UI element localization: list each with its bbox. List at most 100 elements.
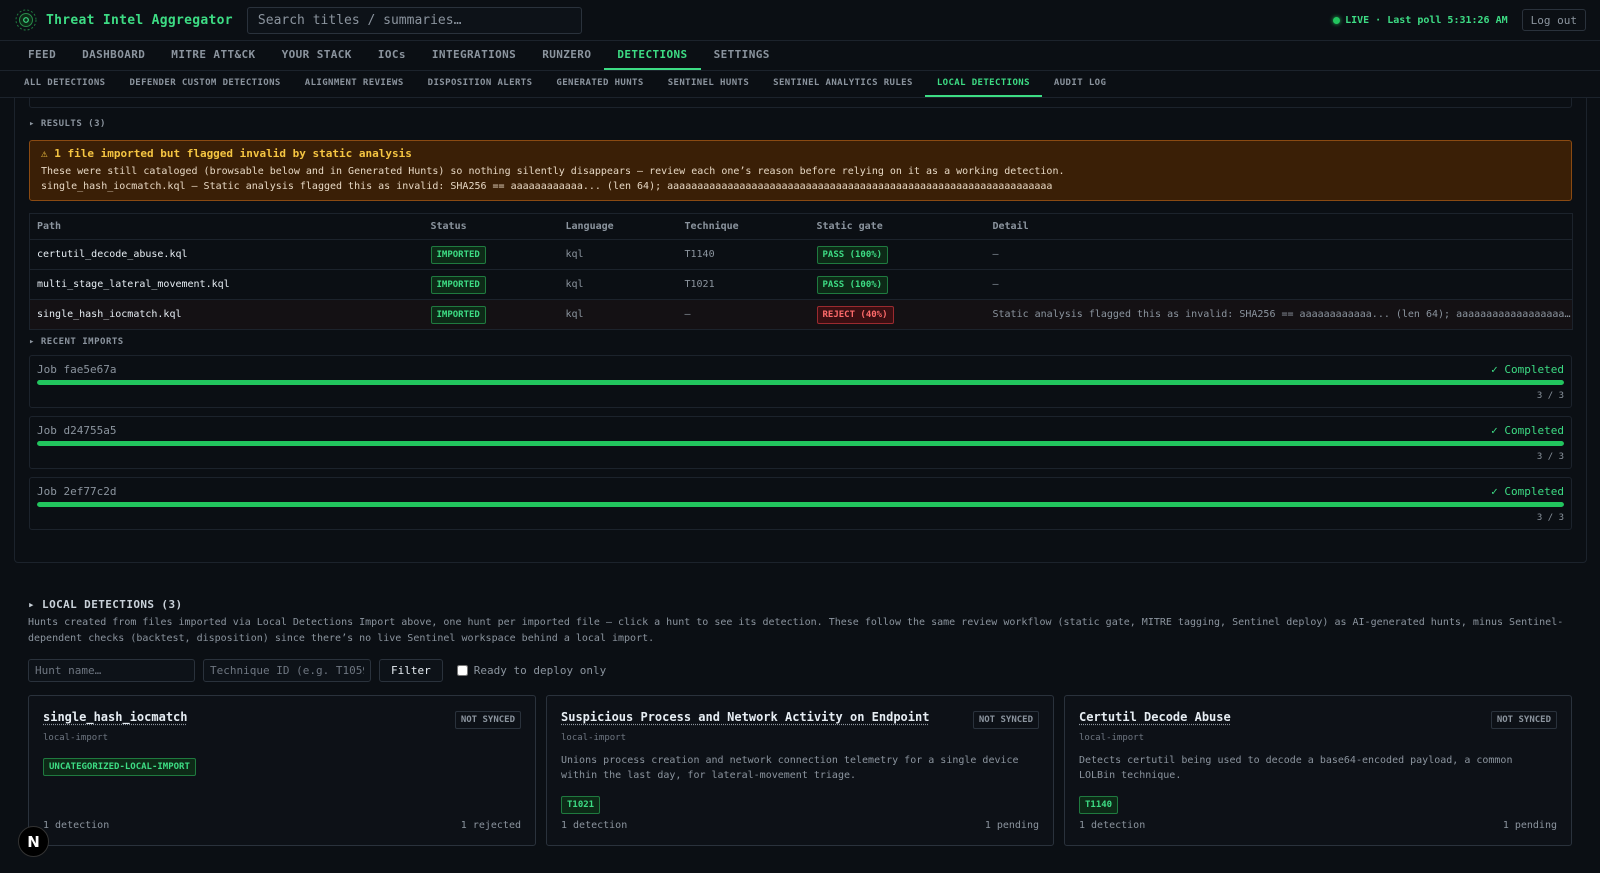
subtab-alignment-reviews[interactable]: ALIGNMENT REVIEWS <box>293 71 416 97</box>
row-status-cell: IMPORTED <box>423 269 559 300</box>
hunt-card[interactable]: single_hash_iocmatch NOT SYNCED local-impo… <box>28 695 536 846</box>
live-status: LIVE · Last poll 5:31:26 AM <box>1333 15 1508 26</box>
detection-count: 1 detection <box>43 820 110 831</box>
row-language: kql <box>558 239 678 270</box>
sub-nav: ALL DETECTIONS DEFENDER CUSTOM DETECTIONS… <box>0 71 1600 98</box>
status-badge: IMPORTED <box>430 305 486 324</box>
sync-status-badge: NOT SYNCED <box>454 711 521 729</box>
column-header: Static gate <box>809 213 986 240</box>
filter-bar: Filter Ready to deploy only <box>28 659 606 682</box>
hunt-card[interactable]: Suspicious Process and Network Activity … <box>546 695 1054 846</box>
app-title: Threat Intel Aggregator <box>46 12 233 28</box>
results-toggle[interactable]: ▸ RESULTS (3) <box>29 119 106 129</box>
job-name: Job d24755a5 <box>37 424 117 437</box>
technique-tag[interactable]: UNCATEGORIZED-LOCAL-IMPORT <box>43 758 196 776</box>
nav-tab-detections[interactable]: DETECTIONS <box>604 41 701 70</box>
static-gate-badge: REJECT (40%) <box>816 305 894 324</box>
job-name: Job fae5e67a <box>37 363 117 376</box>
row-detail: Static analysis flagged this as invalid:… <box>985 299 1573 330</box>
subtab-sentinel-hunts[interactable]: SENTINEL HUNTS <box>656 71 761 97</box>
nav-tab-feed[interactable]: FEED <box>15 41 69 70</box>
radar-icon[interactable] <box>14 8 38 32</box>
table-row[interactable]: multi_stage_lateral_movement.kql IMPORTED… <box>29 269 1573 300</box>
logout-button[interactable]: Log out <box>1521 9 1586 31</box>
subtab-disposition-alerts[interactable]: DISPOSITION ALERTS <box>416 71 545 97</box>
ready-to-deploy-checkbox[interactable] <box>456 665 468 676</box>
column-header: Status <box>423 213 559 240</box>
row-technique: T1140 <box>677 239 810 270</box>
hunt-description: Detects certutil being used to decode a … <box>1079 755 1513 781</box>
row-language: kql <box>558 299 678 330</box>
table-row[interactable]: certutil_decode_abuse.kql IMPORTED kql T114… <box>29 239 1573 270</box>
row-detail: — <box>985 269 1573 300</box>
hunt-name-input[interactable] <box>28 659 195 682</box>
subtab-defender-custom-detections[interactable]: DEFENDER CUSTOM DETECTIONS <box>117 71 292 97</box>
import-form-edge <box>29 98 1572 108</box>
job-status: ✓ Completed <box>1491 424 1564 437</box>
dev-tools-badge[interactable]: N <box>18 826 49 857</box>
row-status-cell: IMPORTED <box>423 239 559 270</box>
status-badge: IMPORTED <box>430 245 486 264</box>
nav-tab-dashboard[interactable]: DASHBOARD <box>69 41 158 70</box>
local-detections-title[interactable]: ▸ LOCAL DETECTIONS (3) <box>28 598 183 611</box>
subtab-audit-log[interactable]: AUDIT LOG <box>1042 71 1118 97</box>
hunt-card[interactable]: Certutil Decode Abuse NOT SYNCED local-imp… <box>1064 695 1572 846</box>
import-job: Job fae5e67a ✓ Completed 3 / 3 <box>29 355 1572 408</box>
sync-status-badge: NOT SYNCED <box>972 711 1039 729</box>
job-progress-fill <box>37 380 1564 385</box>
ready-to-deploy-label: Ready to deploy only <box>473 664 607 677</box>
top-header: Threat Intel Aggregator LIVE · Last poll… <box>0 0 1600 41</box>
hunt-source: local-import <box>43 733 109 743</box>
nav-tab-iocs[interactable]: IOCs <box>365 41 419 70</box>
row-gate-cell: PASS (100%) <box>809 239 986 270</box>
table-row[interactable]: single_hash_iocmatch.kql IMPORTED kql — REJE… <box>29 299 1573 330</box>
job-name: Job 2ef77c2d <box>37 485 117 498</box>
row-status-cell: IMPORTED <box>423 299 559 330</box>
nav-tab-integrations[interactable]: INTEGRATIONS <box>419 41 529 70</box>
nav-tab-mitre-att-ck[interactable]: MITRE ATT&CK <box>158 41 268 70</box>
job-count: 3 / 3 <box>1536 513 1564 523</box>
column-header: Technique <box>677 213 810 240</box>
review-summary: 1 pending <box>1502 820 1557 831</box>
warning-line: These were still cataloged (browsable be… <box>41 166 1065 177</box>
subtab-all-detections[interactable]: ALL DETECTIONS <box>12 71 117 97</box>
subtab-local-detections[interactable]: LOCAL DETECTIONS <box>924 71 1042 97</box>
recent-imports-toggle[interactable]: ▸ RECENT IMPORTS <box>29 337 124 347</box>
status-badge: IMPORTED <box>430 275 486 294</box>
filter-button[interactable]: Filter <box>379 659 443 682</box>
static-gate-badge: PASS (100%) <box>816 275 889 294</box>
subtab-sentinel-analytics-rules[interactable]: SENTINEL ANALYTICS RULES <box>761 71 925 97</box>
hunt-card-title[interactable]: Certutil Decode Abuse <box>1079 710 1231 724</box>
import-panel: ▸ RESULTS (3) ⚠ 1 file imported but flag… <box>14 98 1587 563</box>
invalid-warning-banner: ⚠ 1 file imported but flagged invalid by… <box>29 140 1572 201</box>
job-progress-bar <box>37 380 1564 385</box>
nav-tab-settings[interactable]: SETTINGS <box>701 41 783 70</box>
column-header: Detail <box>985 213 1573 240</box>
technique-tag[interactable]: T1021 <box>561 796 601 814</box>
hunt-card-title[interactable]: Suspicious Process and Network Activity … <box>561 710 929 724</box>
ready-to-deploy-toggle[interactable]: Ready to deploy only <box>456 664 607 677</box>
review-summary: 1 rejected <box>460 820 521 831</box>
row-language: kql <box>558 269 678 300</box>
job-status: ✓ Completed <box>1491 363 1564 376</box>
row-technique: — <box>677 299 810 330</box>
row-detail: — <box>985 239 1573 270</box>
subtab-generated-hunts[interactable]: GENERATED HUNTS <box>544 71 655 97</box>
search-input[interactable] <box>246 6 582 34</box>
row-path: multi_stage_lateral_movement.kql <box>29 269 424 300</box>
row-gate-cell: PASS (100%) <box>809 269 986 300</box>
row-path: single_hash_iocmatch.kql <box>29 299 424 330</box>
technique-tag[interactable]: T1140 <box>1079 796 1119 814</box>
nav-tab-your-stack[interactable]: YOUR STACK <box>269 41 365 70</box>
sync-status-badge: NOT SYNCED <box>1490 711 1557 729</box>
nav-tab-runzero[interactable]: RUNZERO <box>529 41 604 70</box>
main-nav: FEED DASHBOARD MITRE ATT&CK YOUR STACK IOCs I… <box>0 41 1600 71</box>
results-table: Path Status Language Technique Static gate De… <box>29 213 1573 330</box>
review-summary: 1 pending <box>984 820 1039 831</box>
job-progress-bar <box>37 502 1564 507</box>
hunt-card-title[interactable]: single_hash_iocmatch <box>43 710 188 724</box>
technique-id-input[interactable] <box>203 659 371 682</box>
warning-title: ⚠ 1 file imported but flagged invalid by… <box>41 147 412 160</box>
hunt-source: local-import <box>1079 733 1145 743</box>
row-path: certutil_decode_abuse.kql <box>29 239 424 270</box>
